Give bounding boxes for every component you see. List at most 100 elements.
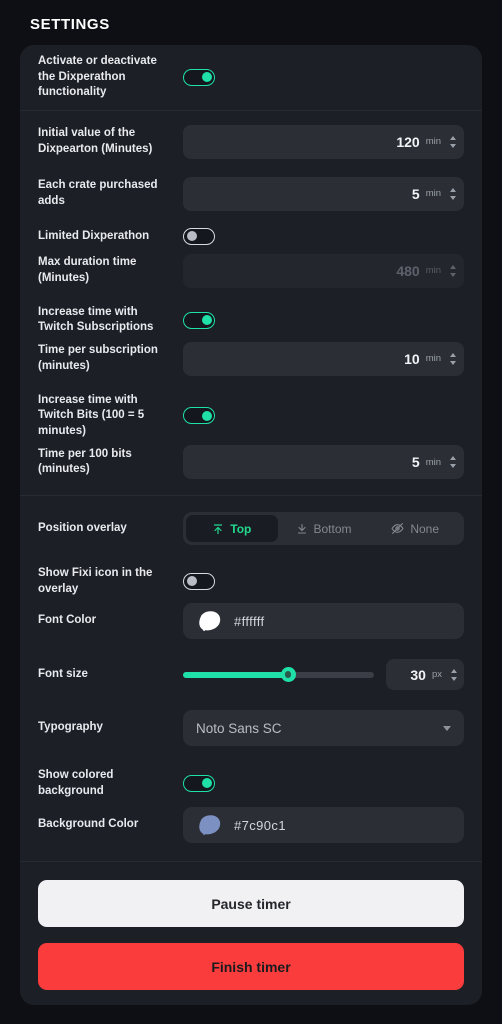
row-time-per-sub: Time per subscription (minutes) 10 min xyxy=(38,338,464,385)
crate-adds-unit: min xyxy=(425,188,441,200)
stepper-down-icon[interactable] xyxy=(451,676,457,681)
row-font-color: Font Color #ffffff xyxy=(38,599,464,649)
row-crate-adds: Each crate purchased adds 5 min xyxy=(38,168,464,220)
row-twitch-bits: Increase time with Twitch Bits (100 = 5 … xyxy=(38,385,464,442)
background-color-picker[interactable]: #7c90c1 xyxy=(183,807,464,844)
eye-off-icon xyxy=(391,522,404,535)
arrow-down-to-line-icon xyxy=(296,523,308,535)
arrow-up-to-line-icon xyxy=(212,523,224,535)
stepper-down-icon[interactable] xyxy=(450,464,456,469)
time-per-bits-number: 5 xyxy=(411,454,420,471)
twitch-bits-toggle[interactable] xyxy=(183,407,215,425)
row-activate: Activate or deactivate the Dixperathon f… xyxy=(38,45,464,110)
crate-adds-label: Each crate purchased adds xyxy=(38,179,158,207)
row-typography: Typography Noto Sans SC xyxy=(38,700,464,756)
crate-adds-number: 5 xyxy=(411,185,420,202)
toggle-knob xyxy=(201,410,212,421)
stepper-up-icon[interactable] xyxy=(450,456,456,461)
typography-select[interactable]: Noto Sans SC xyxy=(183,710,464,747)
time-per-sub-label: Time per subscription (minutes) xyxy=(38,344,158,372)
time-per-bits-unit: min xyxy=(425,456,441,468)
max-duration-number: 480 xyxy=(396,262,420,279)
limited-label: Limited Dixperathon xyxy=(38,229,150,242)
activate-toggle[interactable] xyxy=(183,68,215,86)
row-max-duration: Max duration time (Minutes) 480 min xyxy=(38,250,464,297)
row-twitch-subs: Increase time with Twitch Subscriptions xyxy=(38,297,464,338)
initial-value-unit: min xyxy=(425,136,441,148)
segment-none-label: None xyxy=(410,521,440,536)
row-initial-value: Initial value of the Dixpearton (Minutes… xyxy=(38,111,464,168)
time-per-sub-unit: min xyxy=(425,353,441,365)
twitch-bits-label: Increase time with Twitch Bits (100 = 5 … xyxy=(38,393,145,437)
stepper-up-icon[interactable] xyxy=(450,187,456,192)
segment-top[interactable]: Top xyxy=(186,515,278,543)
time-per-bits-input[interactable]: 5 min xyxy=(183,445,464,480)
limited-toggle[interactable] xyxy=(183,228,215,246)
row-time-per-bits: Time per 100 bits (minutes) 5 min xyxy=(38,441,464,495)
colored-background-label: Show colored background xyxy=(38,769,114,797)
toggle-knob xyxy=(186,231,197,242)
initial-value-input[interactable]: 120 min xyxy=(183,124,464,159)
segment-bottom[interactable]: Bottom xyxy=(278,515,370,542)
row-colored-background: Show colored background xyxy=(38,756,464,801)
crate-adds-input[interactable]: 5 min xyxy=(183,176,464,211)
page-title: SETTINGS xyxy=(30,16,110,33)
stepper-up-icon[interactable] xyxy=(450,135,456,140)
initial-value-label: Initial value of the Dixpearton (Minutes… xyxy=(38,127,153,155)
initial-value-stepper[interactable] xyxy=(450,135,456,148)
row-position-overlay: Position overlay Top Bottom None xyxy=(38,496,464,554)
typography-value: Noto Sans SC xyxy=(196,720,282,736)
font-size-unit: px xyxy=(431,669,442,681)
row-limited: Limited Dixperathon xyxy=(38,220,464,250)
color-swatch-icon xyxy=(196,610,222,632)
show-fixi-label: Show Fixi icon in the overlay xyxy=(38,567,153,595)
font-color-value: #ffffff xyxy=(234,613,265,629)
max-duration-label: Max duration time (Minutes) xyxy=(38,256,137,284)
slider-thumb[interactable] xyxy=(280,667,296,683)
toggle-knob xyxy=(201,778,212,789)
toggle-knob xyxy=(186,576,197,587)
font-size-number: 30 xyxy=(410,666,426,683)
colored-background-toggle[interactable] xyxy=(183,775,215,793)
font-size-stepper[interactable] xyxy=(451,668,457,681)
stepper-down-icon[interactable] xyxy=(450,143,456,148)
chevron-down-icon[interactable] xyxy=(443,725,451,731)
section-timers: Initial value of the Dixpearton (Minutes… xyxy=(20,111,482,496)
slider-fill xyxy=(183,671,289,678)
settings-card: Activate or deactivate the Dixperathon f… xyxy=(20,45,482,1005)
font-color-picker[interactable]: #ffffff xyxy=(183,603,464,640)
twitch-subs-toggle[interactable] xyxy=(183,311,215,329)
activate-label: Activate or deactivate the Dixperathon f… xyxy=(38,55,157,99)
finish-timer-button[interactable]: Finish timer xyxy=(38,943,464,991)
time-per-sub-stepper[interactable] xyxy=(450,352,456,365)
pause-timer-button[interactable]: Pause timer xyxy=(38,880,464,928)
settings-page: SETTINGS Activate or deactivate the Dixp… xyxy=(0,0,502,1024)
segment-bottom-label: Bottom xyxy=(313,521,352,536)
stepper-down-icon[interactable] xyxy=(450,360,456,365)
font-size-input[interactable]: 30 px xyxy=(386,659,464,691)
max-duration-input: 480 min xyxy=(183,253,464,288)
toggle-knob xyxy=(201,71,212,82)
toggle-knob xyxy=(201,314,212,325)
stepper-down-icon[interactable] xyxy=(450,195,456,200)
row-show-fixi: Show Fixi icon in the overlay xyxy=(38,554,464,599)
stepper-up-icon[interactable] xyxy=(451,668,457,673)
twitch-subs-label: Increase time with Twitch Subscriptions xyxy=(38,305,154,334)
max-duration-unit: min xyxy=(425,265,441,277)
stepper-up-icon[interactable] xyxy=(450,352,456,357)
font-size-label: Font size xyxy=(38,667,88,680)
time-per-bits-label: Time per 100 bits (minutes) xyxy=(38,447,132,476)
background-color-value: #7c90c1 xyxy=(234,817,286,833)
font-color-label: Font Color xyxy=(38,614,97,627)
stepper-up-icon xyxy=(450,264,456,269)
action-buttons: Pause timer Finish timer xyxy=(20,862,482,991)
segment-none[interactable]: None xyxy=(369,515,461,542)
font-size-slider[interactable] xyxy=(183,667,374,683)
section-overlay: Position overlay Top Bottom None Show Fi… xyxy=(20,496,482,861)
time-per-bits-stepper[interactable] xyxy=(450,456,456,469)
max-duration-stepper xyxy=(450,264,456,277)
crate-adds-stepper[interactable] xyxy=(450,187,456,200)
show-fixi-toggle[interactable] xyxy=(183,573,215,591)
position-overlay-segmented[interactable]: Top Bottom None xyxy=(183,512,464,546)
time-per-sub-input[interactable]: 10 min xyxy=(183,341,464,376)
